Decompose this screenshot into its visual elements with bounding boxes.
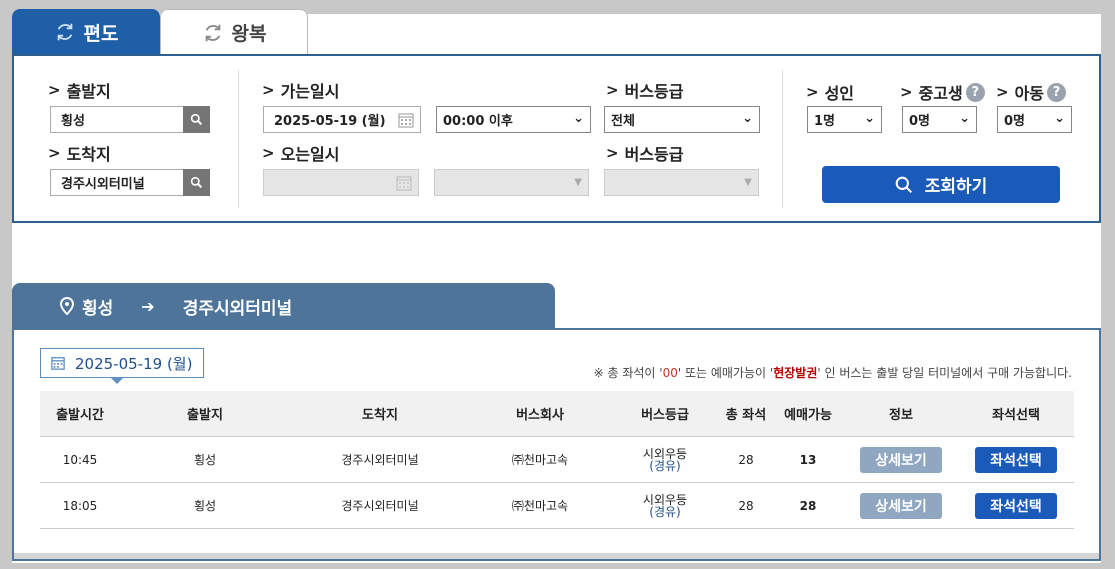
- arrow-right-icon: ➔: [141, 296, 155, 316]
- row-time: 18:05: [62, 498, 98, 513]
- departure-label: > 출발지: [48, 81, 111, 101]
- tab-one-way-label: 편도: [83, 22, 119, 45]
- arrival-label: > 도착지: [48, 144, 111, 164]
- col-company: 버스회사: [516, 408, 564, 423]
- arrival-input[interactable]: 경주시외터미널: [50, 169, 210, 196]
- departure-input[interactable]: 횡성: [50, 106, 210, 133]
- table-row: 10:45 횡성 경주시외터미널 ㈜천마고속 시외우등 (경유) 28 13 상세…: [40, 437, 1074, 483]
- row-select-cell: 좌석선택: [975, 437, 1057, 482]
- row-info-cell: 상세보기: [860, 483, 942, 528]
- calendar-icon: [398, 113, 414, 128]
- row-total-seats: 28: [738, 452, 754, 467]
- grade-select-go[interactable]: 전체 ⌄: [604, 106, 760, 133]
- detail-button[interactable]: 상세보기: [860, 446, 942, 473]
- grade-select-return[interactable]: ▼: [604, 169, 759, 196]
- row-available-seats: 28: [799, 498, 817, 513]
- row-destination: 경주시외터미널: [341, 499, 419, 513]
- table-header: 출발시간 출발지 도착지 버스회사 버스등급 총 좌석 예매가능 정보 좌석선택: [40, 391, 1074, 437]
- search-icon: [895, 176, 912, 193]
- detail-button[interactable]: 상세보기: [860, 492, 942, 519]
- col-seat-select: 좌석선택: [992, 408, 1040, 423]
- chevron-down-icon: ⌄: [864, 111, 875, 126]
- departure-search-button[interactable]: [183, 106, 210, 133]
- tab-one-way[interactable]: 편도: [12, 9, 160, 55]
- route-from: 횡성: [82, 298, 114, 319]
- go-time-select[interactable]: 00:00 이후 ⌄: [436, 106, 591, 133]
- calendar-icon: [396, 176, 412, 191]
- divider: [782, 70, 783, 208]
- col-info: 정보: [889, 408, 913, 423]
- chevron-down-icon: ⌄: [573, 111, 584, 126]
- calendar-icon: [51, 357, 65, 370]
- row-origin: 횡성: [193, 499, 217, 513]
- row-destination: 경주시외터미널: [341, 453, 419, 467]
- col-available: 예매가능: [784, 408, 832, 423]
- row-company: ㈜천마고속: [511, 453, 569, 467]
- col-grade: 버스등급: [641, 408, 689, 423]
- seat-select-button[interactable]: 좌석선택: [975, 492, 1057, 519]
- row-available-seats: 13: [799, 452, 817, 467]
- chevron-down-icon: ⌄: [742, 111, 753, 126]
- grade-label-return: > 버스등급: [606, 144, 684, 164]
- help-icon[interactable]: ?: [965, 82, 985, 102]
- col-total-seats: 총 좌석: [725, 408, 767, 423]
- search-icon: [190, 113, 203, 126]
- tab-round-trip-label: 왕복: [231, 23, 267, 45]
- row-total-seats: 28: [738, 498, 754, 513]
- search-button[interactable]: 조회하기: [822, 166, 1060, 203]
- row-origin: 횡성: [193, 453, 217, 467]
- tab-round-trip[interactable]: 왕복: [160, 9, 308, 55]
- return-time-select[interactable]: ▼: [434, 169, 589, 196]
- return-date-label: > 오는일시: [262, 144, 340, 164]
- col-origin: 출발지: [187, 408, 223, 423]
- adult-label: > 성인: [806, 83, 855, 103]
- chevron-down-icon: ⌄: [959, 111, 970, 126]
- child-label: > 아동?: [996, 80, 1067, 104]
- chevron-down-icon: ▼: [744, 177, 752, 188]
- row-time: 10:45: [62, 452, 98, 467]
- chevron-down-icon: ▼: [574, 177, 582, 188]
- row-grade: 시외우등 (경유): [642, 492, 688, 519]
- search-icon: [190, 176, 203, 189]
- route-header: 횡성 ➔ 경주시외터미널: [12, 283, 555, 329]
- purchase-notice: ※ 총 좌석이 '00' 또는 예매가능이 '현장발권' 인 버스는 출발 당일…: [593, 366, 1072, 380]
- teen-select[interactable]: 0명 ⌄: [902, 106, 977, 133]
- seat-select-button[interactable]: 좌석선택: [975, 446, 1057, 473]
- refresh-icon: [205, 24, 220, 41]
- divider: [238, 70, 239, 208]
- row-select-cell: 좌석선택: [975, 483, 1057, 528]
- arrival-search-button[interactable]: [183, 169, 210, 196]
- row-info-cell: 상세보기: [860, 437, 942, 482]
- return-date-input[interactable]: [263, 169, 419, 196]
- go-date-input[interactable]: 2025-05-19 (월): [263, 106, 421, 133]
- child-select[interactable]: 0명 ⌄: [997, 106, 1072, 133]
- help-icon[interactable]: ?: [1047, 82, 1067, 102]
- adult-select[interactable]: 1명 ⌄: [807, 106, 882, 133]
- refresh-icon: [57, 23, 72, 41]
- row-grade: 시외우등 (경유): [642, 446, 688, 473]
- bottom-divider: [14, 553, 1099, 559]
- search-form: > 출발지 횡성 > 도착지 경주시외터미널 > 가는일시 2025-05-19 (월…: [12, 54, 1101, 223]
- grade-label-go: > 버스등급: [606, 81, 684, 101]
- col-departure-time: 출발시간: [56, 408, 104, 423]
- results-panel: 2025-05-19 (월) ※ 총 좌석이 '00' 또는 예매가능이 '현장…: [12, 328, 1101, 561]
- chevron-down-icon: ⌄: [1054, 111, 1065, 126]
- row-company: ㈜천마고속: [511, 499, 569, 513]
- location-pin-icon: [60, 297, 74, 315]
- table-row: 18:05 횡성 경주시외터미널 ㈜천마고속 시외우등 (경유) 28 28 상세…: [40, 483, 1074, 529]
- col-destination: 도착지: [362, 408, 398, 423]
- route-to: 경주시외터미널: [182, 298, 293, 319]
- date-chip[interactable]: 2025-05-19 (월): [40, 348, 204, 384]
- teen-label: > 중고생?: [900, 80, 985, 104]
- go-date-label: > 가는일시: [262, 81, 340, 101]
